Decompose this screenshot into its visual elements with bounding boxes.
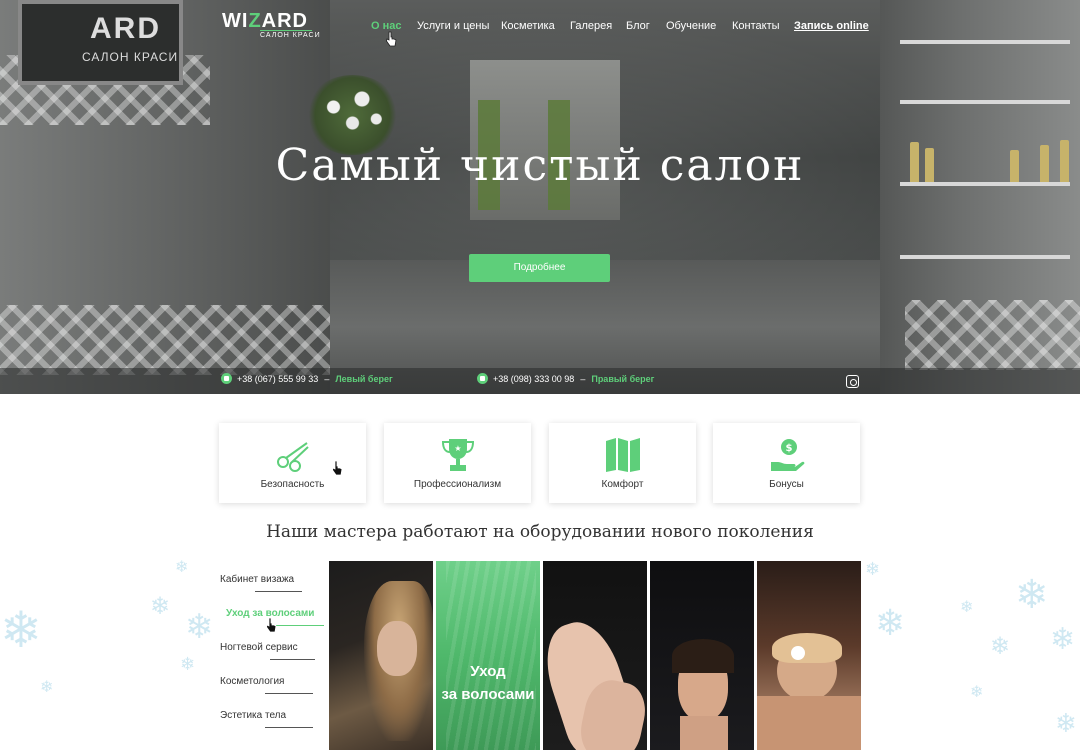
snowflake-icon: ❄	[185, 608, 214, 646]
phone-number[interactable]: +38 (067) 555 99 33	[237, 374, 318, 384]
phone-icon	[477, 373, 488, 385]
gallery-image-makeup[interactable]	[329, 561, 433, 750]
contact-bar: +38 (067) 555 99 33– Левый берег +38 (098…	[0, 368, 1080, 394]
money-hand-icon: $	[770, 439, 804, 471]
snowflake-icon: ❄	[150, 593, 171, 620]
snowflake-icon: ❄	[1050, 623, 1076, 656]
salon-sign-text: ARD	[90, 12, 161, 45]
service-divider	[265, 693, 313, 694]
snowflake-icon: ❄	[175, 559, 189, 576]
service-divider	[270, 659, 315, 660]
shelf	[900, 255, 1070, 259]
shore-label: Правый берег	[591, 374, 655, 384]
shelf	[900, 100, 1070, 104]
gallery-image-nails[interactable]	[543, 561, 647, 750]
svg-text:$: $	[785, 443, 792, 454]
section-title: Наши мастера работают на оборудовании но…	[266, 522, 814, 542]
feature-card-bonuses[interactable]: $ Бонусы	[713, 423, 860, 503]
snowflake-icon: ❄	[960, 599, 974, 616]
hero-banner: ARD САЛОН КРАСИ WIZARD САЛОН КРАСИ О нас…	[0, 0, 1080, 394]
logo[interactable]: WIZARD САЛОН КРАСИ	[222, 10, 320, 39]
nav-item-cosmetics[interactable]: Косметика	[501, 20, 555, 32]
phone-number[interactable]: +38 (098) 333 00 98	[493, 374, 574, 384]
trophy-icon: ★	[441, 439, 474, 471]
gallery-caption: Уход	[470, 663, 506, 680]
service-divider-active	[276, 625, 324, 626]
nav-item-gallery[interactable]: Галерея	[570, 20, 612, 32]
gallery-image-hair-care[interactable]: Уход за волосами	[436, 561, 540, 750]
gallery-image-cosmetology[interactable]	[650, 561, 754, 750]
hand-cursor-icon	[386, 31, 397, 47]
hero-title: Самый чистый салон	[275, 140, 805, 191]
snowflake-icon: ❄	[1015, 573, 1049, 617]
shelf	[900, 40, 1070, 44]
logo-underline	[260, 30, 312, 31]
snowflake-icon: ❄	[865, 559, 881, 579]
contact-left: +38 (067) 555 99 33– Левый берег	[221, 373, 393, 388]
feature-label: Комфорт	[601, 479, 644, 490]
contact-right: +38 (098) 333 00 98– Правый берег	[477, 373, 655, 388]
hero-bg-lattice	[905, 300, 1080, 370]
service-tab-makeup[interactable]: Кабинет визажа	[220, 574, 294, 585]
snowflake-icon: ❄	[0, 602, 42, 658]
scissors-icon	[276, 442, 309, 472]
feature-card-professionalism[interactable]: ★ Профессионализм	[384, 423, 531, 503]
phone-icon	[221, 373, 232, 385]
gallery-image-body[interactable]	[757, 561, 861, 750]
feature-label: Бонусы	[769, 479, 804, 490]
salon-sign-subtitle: САЛОН КРАСИ	[82, 50, 179, 64]
more-button[interactable]: Подробнее	[469, 254, 610, 282]
shore-label: Левый берег	[335, 374, 393, 384]
feature-label: Безопасность	[260, 479, 325, 490]
snowflake-icon: ❄	[40, 679, 54, 696]
gallery-caption: за волосами	[441, 686, 535, 703]
nav-item-blog[interactable]: Блог	[626, 20, 650, 32]
nav-item-contacts[interactable]: Контакты	[732, 20, 780, 32]
snowflake-icon: ❄	[990, 633, 1011, 660]
feature-card-safety[interactable]: Безопасность	[219, 423, 366, 503]
hand-cursor-icon	[266, 617, 277, 633]
service-tab-body[interactable]: Эстетика тела	[220, 710, 286, 721]
nav-item-training[interactable]: Обучение	[666, 20, 716, 32]
hero-bg-lattice	[0, 305, 330, 375]
nav-item-services[interactable]: Услуги и цены	[417, 20, 489, 32]
service-tab-nails[interactable]: Ногтевой сервис	[220, 642, 298, 653]
snowflake-icon: ❄	[970, 684, 984, 701]
logo-subtitle: САЛОН КРАСИ	[260, 32, 321, 39]
hand-cursor-icon	[332, 460, 343, 476]
feature-card-comfort[interactable]: Комфорт	[549, 423, 696, 503]
snowflake-icon: ❄	[875, 602, 906, 643]
svg-text:★: ★	[454, 444, 461, 453]
snowflake-icon: ❄	[1055, 708, 1077, 738]
nav-item-booking[interactable]: Запись online	[794, 20, 869, 32]
service-divider	[265, 727, 313, 728]
salon-sign: ARD САЛОН КРАСИ	[18, 0, 183, 85]
snowflake-icon: ❄	[180, 654, 196, 674]
map-icon	[605, 438, 640, 472]
instagram-icon[interactable]	[846, 375, 859, 388]
feature-label: Профессионализм	[413, 479, 502, 490]
service-tab-cosmetology[interactable]: Косметология	[220, 676, 284, 687]
service-divider	[255, 591, 302, 592]
